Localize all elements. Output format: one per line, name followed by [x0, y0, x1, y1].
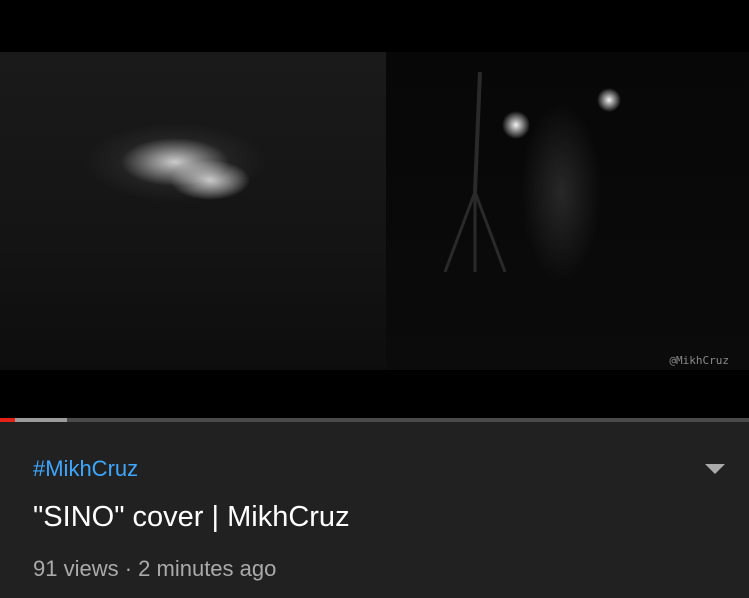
- tripod-silhouette: [443, 72, 507, 272]
- view-count: 91 views: [33, 556, 119, 581]
- video-meta: 91 views · 2 minutes ago: [33, 556, 276, 582]
- meta-separator: ·: [118, 556, 139, 581]
- chevron-down-icon[interactable]: [705, 464, 725, 474]
- video-info-panel: #MikhCruz "SINO" cover | MikhCruz 91 vie…: [0, 422, 749, 598]
- video-player[interactable]: @MikhCruz: [0, 0, 749, 418]
- video-frame[interactable]: @MikhCruz: [0, 52, 749, 370]
- video-scene-left: [0, 52, 386, 370]
- hashtag-link[interactable]: #MikhCruz: [33, 456, 138, 482]
- upload-age: 2 minutes ago: [138, 556, 277, 581]
- watermark: @MikhCruz: [669, 354, 729, 367]
- video-title[interactable]: "SINO" cover | MikhCruz: [33, 501, 350, 534]
